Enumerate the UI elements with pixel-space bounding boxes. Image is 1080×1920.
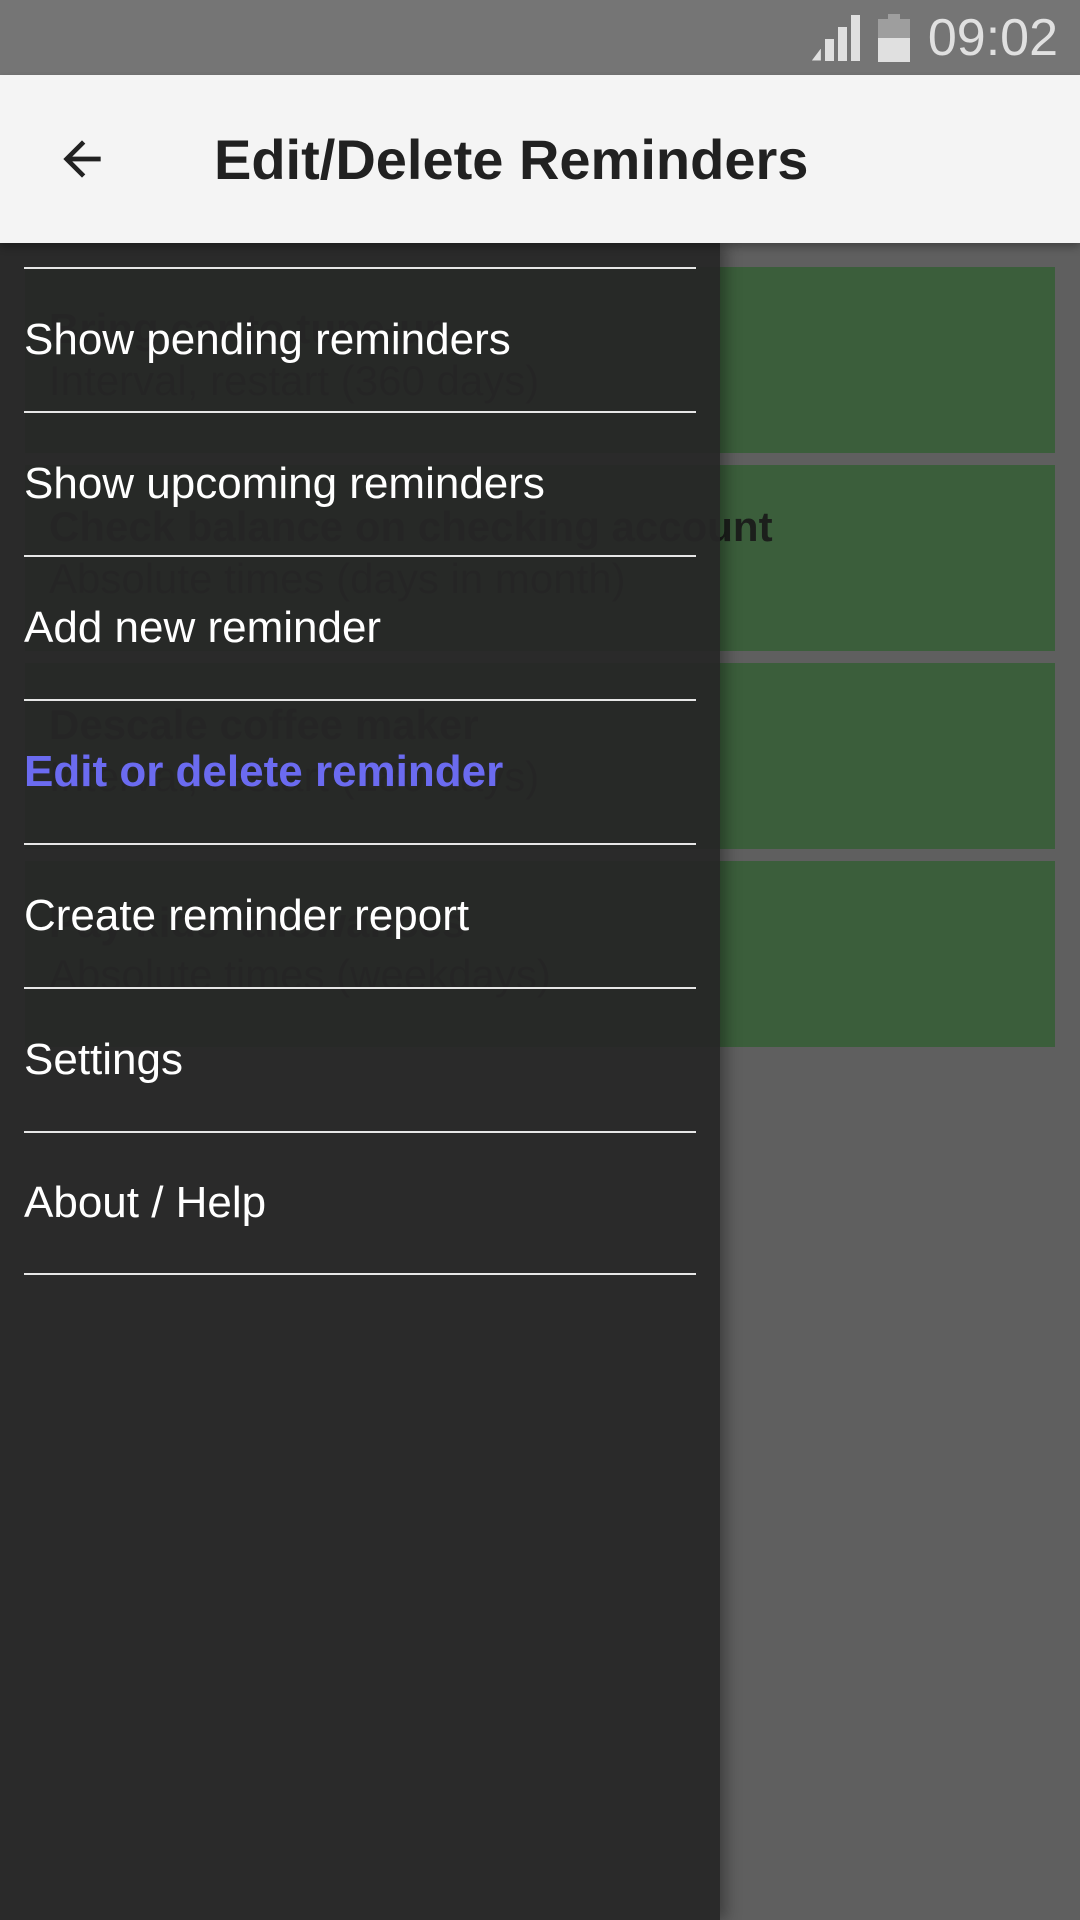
menu-item-show-pending[interactable]: Show pending reminders — [24, 267, 696, 411]
menu-item-add-new[interactable]: Add new reminder — [24, 555, 696, 699]
menu-item-label: About / Help — [24, 1178, 267, 1227]
menu-item-settings[interactable]: Settings — [24, 987, 696, 1131]
menu-item-create-report[interactable]: Create reminder report — [24, 843, 696, 987]
navigation-drawer: Show pending reminders Show upcoming rem… — [0, 243, 720, 1920]
back-button[interactable] — [30, 107, 134, 211]
status-time: 09:02 — [927, 8, 1058, 67]
menu-item-label: Show upcoming reminders — [24, 459, 545, 508]
menu-item-edit-delete[interactable]: Edit or delete reminder — [24, 699, 696, 843]
app-bar: Edit/Delete Reminders — [0, 75, 1080, 243]
battery-icon — [877, 13, 910, 62]
menu-item-label: Create reminder report — [24, 891, 470, 940]
menu-item-label: Add new reminder — [24, 603, 382, 652]
page-title: Edit/Delete Reminders — [214, 127, 809, 191]
menu-item-label: Edit or delete reminder — [24, 747, 504, 796]
status-bar: 09:02 — [0, 0, 1080, 75]
arrow-left-icon — [63, 140, 101, 178]
menu-item-about-help[interactable]: About / Help — [24, 1131, 696, 1275]
menu-item-label: Settings — [24, 1035, 183, 1084]
menu-item-show-upcoming[interactable]: Show upcoming reminders — [24, 411, 696, 555]
menu-item-label: Show pending reminders — [24, 315, 511, 364]
drawer-menu: Show pending reminders Show upcoming rem… — [24, 267, 696, 1275]
signal-icon — [811, 14, 860, 61]
